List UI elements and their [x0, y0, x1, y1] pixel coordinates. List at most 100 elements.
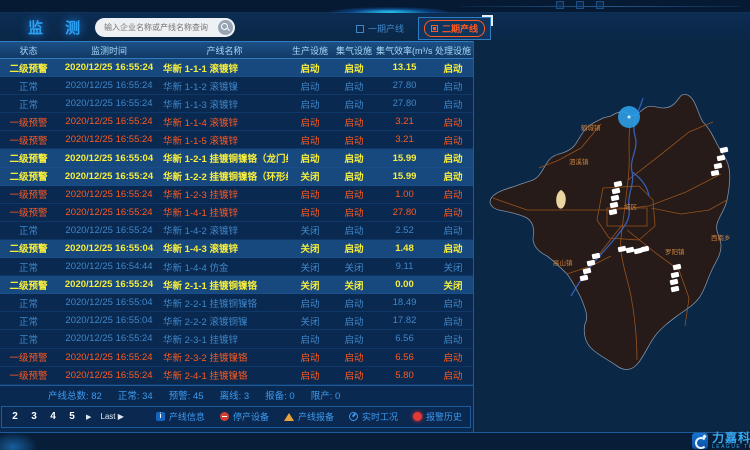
legend-button[interactable]: 实时工况 — [349, 410, 398, 423]
decor-square — [596, 1, 604, 9]
table-row[interactable]: 二级预警2020/12/25 16:55:04华新 1-2-1 挂镀铜镍铬（龙门… — [0, 149, 473, 167]
table-row[interactable]: 正常2020/12/25 16:55:24华新 1-4-2 滚镀锌关闭启动2.5… — [0, 222, 473, 240]
cell-status: 一级预警 — [0, 368, 57, 382]
cell-eff: 27.80 — [376, 80, 433, 91]
table-row[interactable]: 二级预警2020/12/25 16:55:24华新 1-1-1 滚镀锌启动启动1… — [0, 59, 473, 77]
map-town-label: 鹤城镇 — [581, 123, 601, 132]
table-row[interactable]: 正常2020/12/25 16:54:44华新 1-4-4 仿金关闭关闭9.11… — [0, 258, 473, 276]
table-row[interactable]: 正常2020/12/25 16:55:24华新 1-1-2 滚镀镍启动启动27.… — [0, 77, 473, 95]
cell-time: 2020/12/25 16:55:24 — [57, 98, 161, 109]
column-header: 集气设施 — [332, 44, 376, 57]
table-row[interactable]: 一级预警2020/12/25 16:55:24华新 1-2-3 挂镀锌启动启动1… — [0, 186, 473, 204]
cell-time: 2020/12/25 16:55:04 — [57, 315, 161, 326]
corner-glow-decor — [0, 432, 38, 450]
table-row[interactable]: 正常2020/12/25 16:55:04华新 2-2-2 滚镀铜镍关闭启动17… — [0, 312, 473, 330]
table-row[interactable]: 一级预警2020/12/25 16:55:24华新 2-3-2 挂镀镍铬启动启动… — [0, 349, 473, 367]
cell-eff: 1.48 — [376, 243, 433, 254]
cell-line: 华新 1-4-2 滚镀锌 — [161, 223, 288, 237]
phase2-inner: 二期产线 — [424, 20, 485, 37]
stat-限产: 限产: 0 — [311, 388, 341, 402]
table-row[interactable]: 一级预警2020/12/25 16:55:24华新 1-1-4 滚镀锌启动启动3… — [0, 113, 473, 131]
cell-gas: 启动 — [332, 223, 376, 237]
cell-treat: 启动 — [433, 187, 473, 201]
cell-treat: 启动 — [433, 350, 473, 364]
cell-status: 正常 — [0, 260, 57, 274]
cell-treat: 启动 — [433, 133, 473, 147]
map-town-label: 泗溪镇 — [569, 157, 589, 166]
phase2-toggle-button[interactable]: 二期产线 — [418, 17, 491, 40]
table-row[interactable]: 一级预警2020/12/25 16:55:24华新 2-4-1 挂镀镍铬启动启动… — [0, 367, 473, 385]
cell-prod: 启动 — [288, 205, 332, 219]
cell-prod: 启动 — [288, 368, 332, 382]
cell-status: 二级预警 — [0, 278, 57, 292]
table-row[interactable]: 正常2020/12/25 16:55:04华新 2-2-1 挂镀铜镍铬启动启动1… — [0, 294, 473, 312]
top-decor-strip — [0, 0, 750, 13]
cell-treat: 启动 — [433, 169, 473, 183]
page-button-2[interactable]: 2 — [10, 411, 20, 422]
table-row[interactable]: 正常2020/12/25 16:55:24华新 2-3-1 挂镀锌启动启动6.5… — [0, 330, 473, 348]
table-row[interactable]: 一级预警2020/12/25 16:55:24华新 1-1-5 滚镀锌启动启动3… — [0, 131, 473, 149]
cell-prod: 启动 — [288, 332, 332, 346]
cell-time: 2020/12/25 16:55:24 — [57, 189, 161, 200]
table-row[interactable]: 正常2020/12/25 16:55:24华新 1-1-3 滚镀锌启动启动27.… — [0, 95, 473, 113]
cell-time: 2020/12/25 16:55:24 — [57, 279, 161, 290]
cell-eff: 13.15 — [376, 62, 433, 73]
cell-eff: 1.00 — [376, 189, 433, 200]
last-page-button[interactable]: Last ▶ — [100, 412, 124, 421]
table-row[interactable]: 二级预警2020/12/25 16:55:04华新 1-4-3 滚镀锌关闭启动1… — [0, 240, 473, 258]
page-button-4[interactable]: 4 — [48, 411, 58, 422]
cell-time: 2020/12/25 16:55:24 — [57, 333, 161, 344]
next-page-button[interactable]: ▶ — [86, 413, 91, 421]
cell-gas: 启动 — [332, 187, 376, 201]
table-row[interactable]: 一级预警2020/12/25 16:55:24华新 1-4-1 挂镀锌启动启动2… — [0, 204, 473, 222]
column-header: 集气效率(m³/s) — [376, 44, 433, 57]
cell-status: 正常 — [0, 79, 57, 93]
column-header: 处理设施 — [433, 44, 473, 57]
legend-button[interactable]: 产线信息 — [156, 410, 205, 423]
cell-eff: 5.80 — [376, 370, 433, 381]
cell-treat: 启动 — [433, 296, 473, 310]
cell-status: 正常 — [0, 314, 57, 328]
search-icon[interactable] — [218, 20, 233, 35]
cell-time: 2020/12/25 16:55:24 — [57, 62, 161, 73]
legend-button[interactable]: 产线报备 — [284, 410, 334, 423]
cell-gas: 关闭 — [332, 260, 376, 274]
phase1-checkbox[interactable]: 一期产线 — [356, 22, 404, 35]
table-body: 二级预警2020/12/25 16:55:24华新 1-1-1 滚镀锌启动启动1… — [0, 59, 473, 385]
cell-eff: 2.52 — [376, 225, 433, 236]
cell-eff: 15.99 — [376, 171, 433, 182]
search-box — [95, 18, 235, 37]
search-input[interactable] — [95, 23, 218, 32]
alarm-history-icon — [413, 412, 422, 421]
logo-name-cn: 力嘉科技 — [712, 432, 750, 444]
legend-button[interactable]: 报警历史 — [413, 410, 462, 423]
cell-treat: 启动 — [433, 115, 473, 129]
cell-prod: 关闭 — [288, 169, 332, 183]
stop-production-icon — [220, 412, 229, 421]
cell-line: 华新 2-1-1 挂镀铜镍铬 — [161, 278, 288, 292]
cell-line: 华新 1-4-3 滚镀锌 — [161, 241, 288, 255]
stat-报备: 报备: 0 — [265, 388, 295, 402]
cell-treat: 启动 — [433, 97, 473, 111]
table-row[interactable]: 二级预警2020/12/25 16:55:24华新 1-2-2 挂镀铜镍铬（环形… — [0, 168, 473, 186]
column-header: 产线名称 — [161, 44, 288, 57]
cell-line: 华新 1-1-2 滚镀镍 — [161, 79, 288, 93]
cell-eff: 0.00 — [376, 279, 433, 290]
map-marker[interactable] — [720, 147, 729, 154]
decor-square — [556, 1, 564, 9]
cell-eff: 3.21 — [376, 116, 433, 127]
cell-status: 二级预警 — [0, 151, 57, 165]
page-button-3[interactable]: 3 — [29, 411, 39, 422]
cell-prod: 启动 — [288, 79, 332, 93]
cell-gas: 启动 — [332, 133, 376, 147]
legend-label: 产线报备 — [298, 410, 334, 423]
cell-line: 华新 1-1-1 滚镀锌 — [161, 61, 288, 75]
cell-line: 华新 2-3-2 挂镀镍铬 — [161, 350, 288, 364]
cell-prod: 启动 — [288, 187, 332, 201]
cell-prod: 启动 — [288, 133, 332, 147]
cell-line: 华新 1-4-1 挂镀锌 — [161, 205, 288, 219]
table-row[interactable]: 二级预警2020/12/25 16:55:24华新 2-1-1 挂镀铜镍铬关闭关… — [0, 276, 473, 294]
phase1-label: 一期产线 — [368, 22, 404, 35]
page-button-5[interactable]: 5 — [67, 411, 77, 422]
legend-button[interactable]: 停产设备 — [220, 410, 269, 423]
